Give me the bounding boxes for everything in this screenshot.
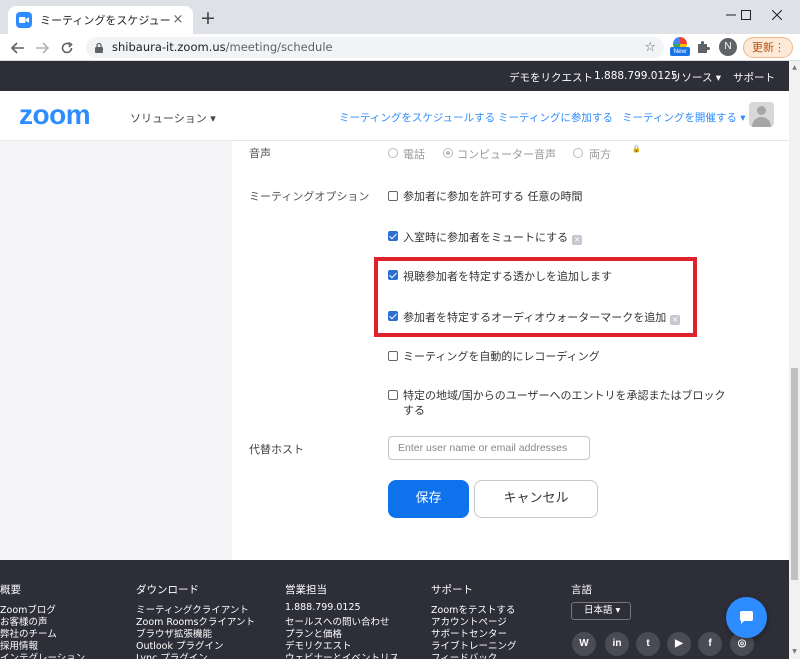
zoom-top-bar: デモをリクエスト 1.888.799.0125 リソース ▾ サポート	[0, 61, 789, 91]
scrollbar-thumb[interactable]	[791, 368, 798, 580]
browser-window: ミーティングをスケジュールする - Zoom × + shibaura-it.z…	[0, 0, 800, 659]
allow-join-anytime-label: 参加者に参加を許可する 任意の時間	[403, 190, 583, 203]
region-approve-label: 特定の地域/国からのユーザーへのエントリを承認またはブロック	[403, 389, 726, 402]
linkedin-icon[interactable]: in	[605, 632, 629, 656]
lock-small-icon: 🔒	[632, 145, 641, 153]
save-button[interactable]: 保存	[388, 480, 469, 518]
scroll-up-icon[interactable]: ▲	[790, 63, 799, 73]
url-text: shibaura-it.zoom.us/meeting/schedule	[112, 40, 333, 54]
audio-both-radio[interactable]	[573, 148, 583, 158]
bookmark-star-icon[interactable]: ☆	[644, 40, 656, 55]
allow-join-anytime-checkbox[interactable]	[388, 191, 398, 201]
language-select[interactable]: 日本語 ▾	[571, 602, 631, 620]
audio-computer-radio[interactable]	[443, 148, 453, 158]
update-button[interactable]: 更新 ⋮	[743, 37, 793, 58]
audio-computer-label: コンピューター音声	[457, 148, 556, 161]
wordpress-icon[interactable]: W	[572, 632, 596, 656]
user-avatar[interactable]	[749, 102, 774, 127]
alternate-host-label: 代替ホスト	[249, 443, 304, 456]
profile-avatar[interactable]: N	[719, 38, 737, 56]
join-meeting-link[interactable]: ミーティングに参加する	[498, 110, 613, 125]
youtube-icon[interactable]: ▶	[667, 632, 691, 656]
zoom-favicon-icon	[16, 12, 32, 28]
info-icon[interactable]: ×	[572, 235, 583, 245]
url-path: /meeting/schedule	[225, 40, 333, 54]
auto-record-checkbox[interactable]	[388, 351, 398, 361]
tab-strip: ミーティングをスケジュールする - Zoom × +	[0, 0, 800, 34]
main-nav: zoom ソリューション ▾ ミーティングをスケジュールする ミーティングに参加…	[0, 91, 789, 141]
footer-link[interactable]: フィードバック	[431, 650, 497, 659]
update-label: 更新	[752, 41, 774, 54]
address-bar[interactable]: shibaura-it.zoom.us/meeting/schedule ☆	[86, 37, 664, 58]
solutions-menu[interactable]: ソリューション ▾	[130, 110, 216, 126]
alternate-host-input[interactable]: Enter user name or email addresses	[388, 436, 590, 460]
lock-icon	[95, 42, 103, 53]
cancel-button[interactable]: キャンセル	[474, 480, 598, 518]
back-icon[interactable]	[8, 38, 28, 58]
mute-on-entry-label: 入室時に参加者をミュートにする	[403, 231, 569, 244]
twitter-icon[interactable]: t	[636, 632, 660, 656]
footer-link[interactable]: ウェビナーとイベントリス	[285, 650, 399, 659]
new-tab-icon[interactable]: +	[199, 9, 217, 28]
footer-support-heading: サポート	[431, 584, 473, 596]
mute-on-entry-option: 入室時に参加者をミュートにする ×	[403, 229, 583, 245]
auto-record-label: ミーティングを自動的にレコーディング	[403, 350, 600, 363]
close-window-icon[interactable]	[754, 0, 800, 30]
resources-menu[interactable]: リソース ▾	[671, 70, 721, 85]
phone-link[interactable]: 1.888.799.0125	[594, 70, 678, 82]
footer-about-heading: 概要	[0, 584, 21, 596]
footer-link[interactable]: インテグレーション	[0, 650, 85, 659]
extension-badge: New	[670, 47, 690, 56]
region-approve-checkbox[interactable]	[388, 390, 398, 400]
extension-new-icon[interactable]: New	[670, 37, 690, 57]
footer-language-heading: 言語	[571, 584, 592, 596]
audio-phone-radio[interactable]	[388, 148, 398, 158]
reload-icon[interactable]	[57, 38, 77, 58]
facebook-icon[interactable]: f	[698, 632, 722, 656]
audio-phone-label: 電話	[403, 148, 425, 161]
support-link[interactable]: サポート	[733, 70, 775, 85]
footer-sales-heading: 営業担当	[285, 584, 327, 596]
scroll-down-icon[interactable]: ▼	[790, 647, 799, 657]
tab-title: ミーティングをスケジュールする - Zoom	[40, 14, 171, 27]
footer-link[interactable]: 1.888.799.0125	[285, 602, 361, 613]
tab-close-icon[interactable]: ×	[171, 13, 185, 27]
footer-download-heading: ダウンロード	[136, 584, 199, 596]
audio-both-label: 両方	[589, 148, 611, 161]
meeting-options-label: ミーティングオプション	[249, 190, 370, 203]
browser-tab[interactable]: ミーティングをスケジュールする - Zoom ×	[8, 6, 193, 34]
host-meeting-menu[interactable]: ミーティングを開催する ▾	[622, 110, 745, 125]
highlight-box	[374, 257, 697, 337]
forward-icon[interactable]	[32, 38, 52, 58]
menu-dots-icon: ⋮	[774, 41, 785, 54]
schedule-meeting-link[interactable]: ミーティングをスケジュールする	[339, 110, 495, 125]
extensions-puzzle-icon[interactable]	[696, 40, 710, 54]
region-approve-label-cont: する	[403, 404, 425, 417]
url-host: shibaura-it.zoom.us	[112, 40, 226, 54]
mute-on-entry-checkbox[interactable]	[388, 231, 398, 241]
browser-toolbar: shibaura-it.zoom.us/meeting/schedule ☆ N…	[0, 34, 800, 61]
footer-link[interactable]: Lync プラグイン	[136, 650, 208, 659]
chat-button[interactable]	[726, 597, 767, 638]
audio-label: 音声	[249, 147, 271, 160]
request-demo-link[interactable]: デモをリクエスト	[509, 70, 593, 85]
zoom-logo[interactable]: zoom	[19, 99, 91, 131]
